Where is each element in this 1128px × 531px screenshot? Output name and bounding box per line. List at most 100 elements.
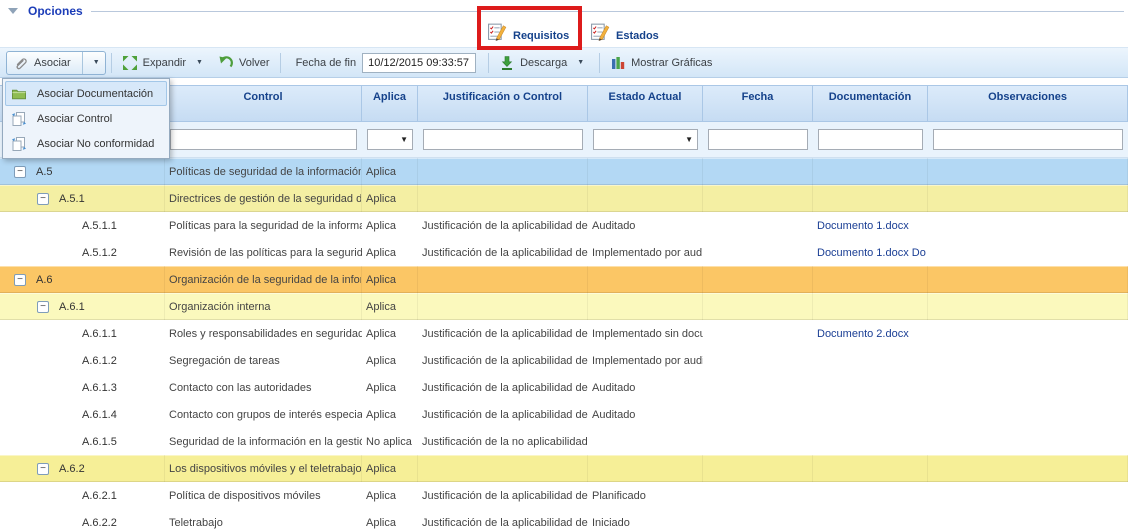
cell-estado: Implementado por aud: [588, 239, 703, 266]
cell-tree: −A.6: [0, 266, 165, 293]
mostrar-graficas-button[interactable]: Mostrar Gráficas: [605, 51, 717, 75]
cell-justificacion: Justificación de la aplicabilidad del: [418, 320, 588, 347]
collapse-toggle-icon[interactable]: −: [37, 301, 49, 313]
filter-cell-aplica: ▼: [362, 122, 418, 157]
chevron-down-icon[interactable]: ▼: [191, 59, 208, 66]
cell-estado: Planificado: [588, 482, 703, 509]
cell-estado: [588, 428, 703, 455]
cell-fecha: [703, 509, 813, 531]
collapse-panel-icon[interactable]: [8, 8, 18, 14]
cell-observaciones: [928, 482, 1128, 509]
fecha-de-fin-input[interactable]: [362, 53, 476, 73]
chevron-down-icon[interactable]: ▼: [88, 59, 105, 66]
menu-item-label: Asociar Documentación: [37, 88, 153, 100]
table-row[interactable]: A.5.1.2Revisión de las políticas para la…: [0, 239, 1128, 266]
collapse-toggle-icon[interactable]: −: [37, 463, 49, 475]
column-header-fecha[interactable]: Fecha: [703, 86, 813, 121]
screen: Opciones Requisitos Estados: [0, 0, 1128, 531]
filter-cell-documentacion: [813, 122, 928, 157]
filter-estado-select[interactable]: ▼: [593, 129, 698, 150]
cell-observaciones: [928, 347, 1128, 374]
table-row[interactable]: A.5.1.1Políticas para la seguridad de la…: [0, 212, 1128, 239]
cell-justificacion: Justificación de la aplicabilidad del: [418, 401, 588, 428]
column-header-control[interactable]: Control: [165, 86, 362, 121]
cell-documentacion: [813, 482, 928, 509]
descarga-button[interactable]: Descarga ▼: [494, 51, 594, 75]
table-row[interactable]: A.6.2.1Política de dispositivos móvilesA…: [0, 482, 1128, 509]
column-header-justificacion[interactable]: Justificación o Control: [418, 86, 588, 121]
table-row[interactable]: −A.6.1Organización internaAplica: [0, 293, 1128, 320]
cell-control: Roles y responsabilidades en seguridad d…: [165, 320, 362, 347]
expandir-label: Expandir: [143, 57, 186, 69]
cell-documentacion[interactable]: Documento 2.docx: [813, 320, 928, 347]
chevron-down-icon[interactable]: ▼: [572, 59, 589, 66]
cell-aplica: Aplica: [362, 293, 418, 320]
table-row[interactable]: A.6.1.2Segregación de tareasAplicaJustif…: [0, 347, 1128, 374]
menu-item-asociar-control[interactable]: Asociar Control: [5, 106, 167, 131]
column-header-documentacion[interactable]: Documentación: [813, 86, 928, 121]
estados-label: Estados: [616, 30, 659, 44]
cell-aplica: Aplica: [362, 185, 418, 212]
collapse-toggle-icon[interactable]: −: [37, 193, 49, 205]
cell-documentacion[interactable]: Documento 1.docx Do: [813, 239, 928, 266]
table-row[interactable]: A.6.1.3Contacto con las autoridadesAplic…: [0, 374, 1128, 401]
filter-control-input[interactable]: [170, 129, 357, 150]
control-code: A.6.2.2: [82, 517, 117, 529]
control-code: A.6.1: [59, 301, 85, 313]
filter-aplica-select[interactable]: ▼: [367, 129, 413, 150]
cell-observaciones: [928, 401, 1128, 428]
download-icon: [499, 55, 515, 71]
menu-item-label: Asociar No conformidad: [37, 138, 154, 150]
column-header-estado[interactable]: Estado Actual: [588, 86, 703, 121]
filter-documentacion-input[interactable]: [818, 129, 923, 150]
cell-fecha: [703, 158, 813, 185]
cell-documentacion: [813, 401, 928, 428]
cell-control: Los dispositivos móviles y el teletrabaj…: [165, 455, 362, 482]
control-code: A.5.1: [59, 193, 85, 205]
filter-observaciones-input[interactable]: [933, 129, 1123, 150]
estados-button[interactable]: Estados: [590, 12, 659, 44]
table-row[interactable]: −A.5Políticas de seguridad de la informa…: [0, 158, 1128, 185]
filter-fecha-input[interactable]: [708, 129, 808, 150]
cell-fecha: [703, 482, 813, 509]
column-header-aplica[interactable]: Aplica: [362, 86, 418, 121]
cell-estado: [588, 293, 703, 320]
collapse-toggle-icon[interactable]: −: [14, 166, 26, 178]
table-row[interactable]: A.6.1.1 Roles y responsabilidades en segu…: [0, 320, 1128, 347]
filter-cell-estado: ▼: [588, 122, 703, 157]
table-row[interactable]: −A.5.1Directrices de gestión de la segur…: [0, 185, 1128, 212]
cell-aplica: Aplica: [362, 347, 418, 374]
table-row[interactable]: −A.6Organización de la seguridad de la i…: [0, 266, 1128, 293]
cell-control: Política de dispositivos móviles: [165, 482, 362, 509]
cell-documentacion: [813, 158, 928, 185]
requisitos-button[interactable]: Requisitos: [487, 12, 569, 44]
menu-item-asociar-no-conformidad[interactable]: Asociar No conformidad: [5, 131, 167, 156]
collapse-toggle-icon[interactable]: −: [14, 274, 26, 286]
cell-tree: A.6.2.1: [0, 482, 165, 509]
cell-fecha: [703, 320, 813, 347]
volver-button[interactable]: Volver: [213, 51, 275, 75]
control-code: A.6.1.1: [82, 328, 117, 340]
cell-tree: A.6.2.2: [0, 509, 165, 531]
cell-aplica: No aplica: [362, 428, 418, 455]
cell-control: Organización interna: [165, 293, 362, 320]
copy-icon: [11, 111, 27, 127]
cell-observaciones: [928, 158, 1128, 185]
cell-control: Contacto con las autoridades: [165, 374, 362, 401]
asociar-button[interactable]: Asociar ▼: [6, 51, 106, 75]
table-row[interactable]: −A.6.2Los dispositivos móviles y el tele…: [0, 455, 1128, 482]
cell-aplica: Aplica: [362, 158, 418, 185]
table-row[interactable]: A.6.2.2TeletrabajoAplicaJustificación de…: [0, 509, 1128, 531]
filter-justificacion-input[interactable]: [423, 129, 583, 150]
cell-justificacion: Justificación de la aplicabilidad del: [418, 482, 588, 509]
cell-control: Seguridad de la información en la gestió…: [165, 428, 362, 455]
cell-tree: −A.6.1: [0, 293, 165, 320]
cell-estado: [588, 266, 703, 293]
column-header-observaciones[interactable]: Observaciones: [928, 86, 1128, 121]
menu-item-asociar-documentacion[interactable]: Asociar Documentación: [5, 81, 167, 106]
table-row[interactable]: A.6.1.5Seguridad de la información en la…: [0, 428, 1128, 455]
expandir-button[interactable]: Expandir ▼: [117, 51, 213, 75]
cell-tree: A.5.1.2: [0, 239, 165, 266]
table-row[interactable]: A.6.1.4Contacto con grupos de interés es…: [0, 401, 1128, 428]
cell-documentacion[interactable]: Documento 1.docx: [813, 212, 928, 239]
